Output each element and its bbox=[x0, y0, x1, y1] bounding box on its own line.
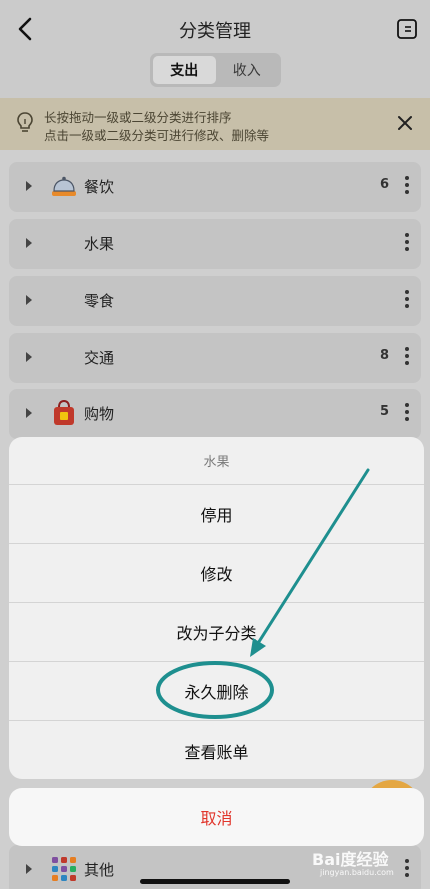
nav-header: 分类管理 支出 收入 bbox=[0, 0, 430, 98]
close-icon bbox=[398, 116, 412, 130]
delete-permanently-option[interactable]: 永久删除 bbox=[9, 662, 424, 721]
action-sheet: 水果 停用 修改 改为子分类 永久删除 查看账单 bbox=[9, 437, 424, 779]
more-vertical-icon[interactable] bbox=[405, 859, 409, 881]
category-label: 零食 bbox=[84, 292, 115, 310]
category-row-shopping[interactable]: 购物 5 bbox=[9, 389, 421, 439]
category-count: 5 bbox=[379, 404, 389, 419]
category-count: 8 bbox=[379, 348, 389, 363]
category-label: 水果 bbox=[84, 235, 115, 253]
expand-arrow-icon[interactable] bbox=[26, 408, 32, 418]
expand-arrow-icon[interactable] bbox=[26, 864, 32, 874]
category-label: 交通 bbox=[84, 349, 115, 367]
tip-line-1: 长按拖动一级或二级分类进行排序 bbox=[44, 110, 232, 125]
page-title: 分类管理 bbox=[179, 21, 251, 42]
category-row-snacks[interactable]: 零食 bbox=[9, 276, 421, 326]
tab-expense[interactable]: 支出 bbox=[153, 56, 216, 84]
category-label: 餐饮 bbox=[84, 178, 115, 196]
more-vertical-icon[interactable] bbox=[405, 347, 409, 369]
more-vertical-icon[interactable] bbox=[405, 176, 409, 198]
view-bills-option[interactable]: 查看账单 bbox=[9, 721, 424, 779]
disable-option[interactable]: 停用 bbox=[9, 485, 424, 544]
lightbulb-icon bbox=[17, 112, 33, 132]
category-row-dining[interactable]: 餐饮 6 bbox=[9, 162, 421, 212]
expand-arrow-icon[interactable] bbox=[26, 181, 32, 191]
watermark-logo: Bai度经验 bbox=[312, 850, 389, 869]
shopping-bag-icon bbox=[54, 399, 74, 425]
category-label: 购物 bbox=[84, 405, 115, 423]
export-button[interactable] bbox=[396, 18, 418, 40]
home-indicator bbox=[140, 879, 290, 884]
tip-line-2: 点击一级或二级分类可进行修改、删除等 bbox=[44, 128, 270, 143]
category-count: 6 bbox=[379, 177, 389, 192]
make-subcategory-option[interactable]: 改为子分类 bbox=[9, 603, 424, 662]
watermark-url: jingyan.baidu.com bbox=[320, 868, 394, 877]
tip-banner: 长按拖动一级或二级分类进行排序 点击一级或二级分类可进行修改、删除等 bbox=[0, 98, 430, 150]
type-segmented-control: 支出 收入 bbox=[150, 53, 281, 87]
expand-arrow-icon[interactable] bbox=[26, 352, 32, 362]
edit-option[interactable]: 修改 bbox=[9, 544, 424, 603]
more-vertical-icon[interactable] bbox=[405, 290, 409, 312]
grid-apps-icon bbox=[52, 857, 76, 881]
category-label: 其他 bbox=[84, 861, 115, 879]
expand-arrow-icon[interactable] bbox=[26, 238, 32, 248]
action-sheet-title: 水果 bbox=[9, 437, 424, 485]
more-vertical-icon[interactable] bbox=[405, 403, 409, 425]
tab-income[interactable]: 收入 bbox=[216, 56, 279, 84]
cancel-button[interactable]: 取消 bbox=[9, 788, 424, 846]
dining-cloche-icon bbox=[52, 176, 76, 196]
expand-arrow-icon[interactable] bbox=[26, 295, 32, 305]
document-icon bbox=[397, 19, 417, 39]
category-row-transport[interactable]: 交通 8 bbox=[9, 333, 421, 383]
category-row-fruit[interactable]: 水果 bbox=[9, 219, 421, 269]
more-vertical-icon[interactable] bbox=[405, 233, 409, 255]
tip-close-button[interactable] bbox=[396, 114, 414, 132]
